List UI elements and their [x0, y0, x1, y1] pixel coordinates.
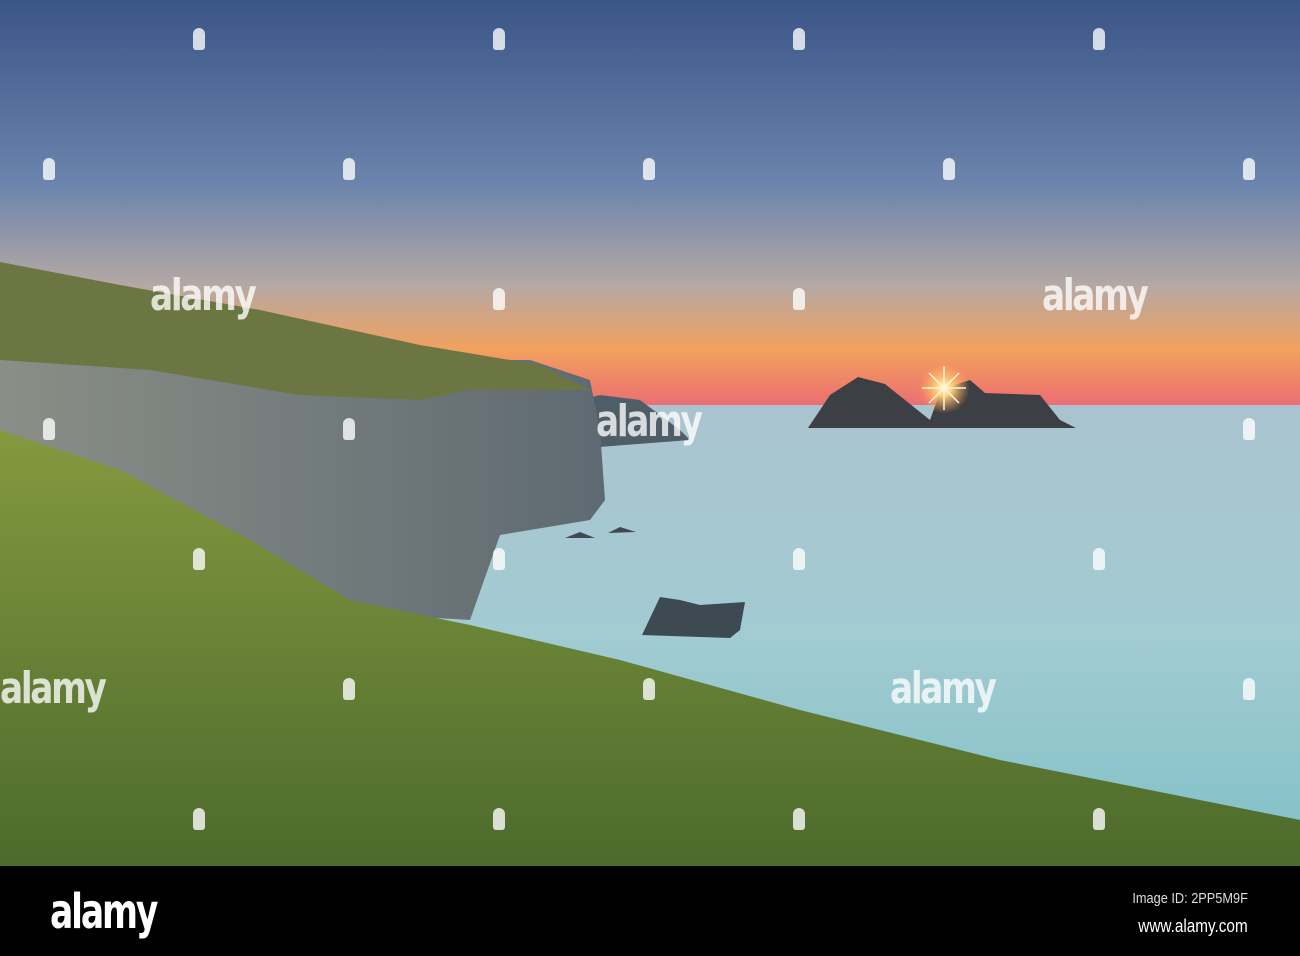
website-url: www.alamy.com [1138, 916, 1248, 936]
watermark-text: alamy [150, 270, 257, 321]
watermark-text: alamy [596, 396, 703, 447]
image-id: Image ID: 2PP5M9F [1132, 890, 1248, 907]
watermark-icon [43, 158, 55, 180]
watermark-text: alamy [0, 663, 107, 714]
watermark-icon [493, 548, 505, 570]
watermark-icon [1093, 28, 1105, 50]
watermark-icon [793, 28, 805, 50]
watermark-icon [493, 28, 505, 50]
watermark-icon [643, 158, 655, 180]
alamy-logo: alamy [50, 884, 158, 940]
watermark-icon [493, 808, 505, 830]
watermark-icon [343, 678, 355, 700]
watermark-icon [943, 158, 955, 180]
watermark-icon [343, 158, 355, 180]
watermark-icon [1243, 678, 1255, 700]
watermark-icon [43, 418, 55, 440]
watermark-icon [193, 28, 205, 50]
watermark-icon [793, 288, 805, 310]
watermark-icon [1093, 808, 1105, 830]
watermark-icon [643, 678, 655, 700]
watermark-icon [193, 808, 205, 830]
watermark-icon [1243, 418, 1255, 440]
watermark-icon [343, 418, 355, 440]
watermark-text: alamy [1042, 270, 1149, 321]
footer-bar: alamy Image ID: 2PP5M9F www.alamy.com [0, 866, 1300, 956]
watermark-icon [793, 808, 805, 830]
watermark-icon [493, 288, 505, 310]
watermark-text: alamy [890, 663, 997, 714]
watermark-icon [1093, 548, 1105, 570]
watermark-icon [193, 548, 205, 570]
watermark-icon [793, 548, 805, 570]
watermark-icon [1243, 158, 1255, 180]
